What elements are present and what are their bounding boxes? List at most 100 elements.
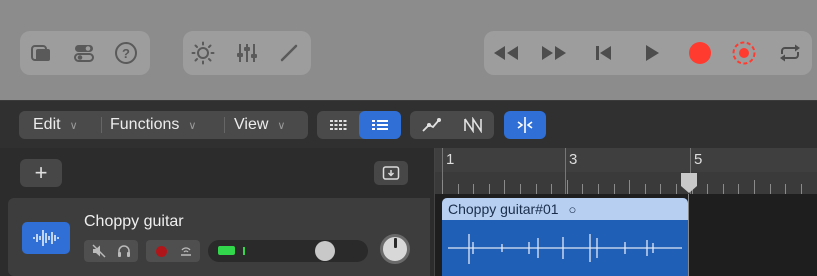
region-title: Choppy guitar#01 bbox=[448, 201, 559, 217]
record-dot-icon bbox=[155, 245, 167, 257]
list-icon bbox=[372, 120, 388, 130]
fast-forward-icon bbox=[542, 46, 566, 60]
playhead-icon bbox=[681, 173, 697, 193]
snap-button-inner bbox=[504, 111, 546, 139]
region-waveform bbox=[448, 234, 682, 264]
volume-knob-handle[interactable] bbox=[315, 241, 335, 261]
download-region-button[interactable] bbox=[374, 161, 408, 185]
playhead[interactable] bbox=[679, 172, 699, 194]
ruler-tick bbox=[613, 184, 615, 194]
edit-menu[interactable]: Edit ∨ bbox=[33, 111, 78, 139]
list-view-button[interactable] bbox=[359, 111, 401, 139]
flex-button[interactable] bbox=[452, 111, 494, 139]
ruler-tick bbox=[676, 184, 677, 194]
help-icon: ? bbox=[115, 42, 137, 64]
volume-slider[interactable] bbox=[208, 240, 368, 262]
ruler-ticks bbox=[435, 180, 817, 194]
solo-headphones-button[interactable] bbox=[112, 240, 136, 262]
tracks-area[interactable]: 1 3 5 Choppy guitar#01 ○ bbox=[434, 148, 817, 276]
pencil-button[interactable] bbox=[275, 39, 303, 67]
level-meter bbox=[218, 246, 235, 255]
track-name[interactable]: Choppy guitar bbox=[84, 213, 184, 231]
record-input-group bbox=[146, 240, 200, 262]
playhead-line bbox=[688, 194, 689, 276]
record-button[interactable] bbox=[686, 39, 714, 67]
grid-icon bbox=[330, 120, 347, 130]
menu-segment: Edit ∨ Functions ∨ View ∨ bbox=[19, 111, 308, 139]
chevron-down-icon: ∨ bbox=[69, 119, 78, 132]
bar-number: 5 bbox=[694, 151, 703, 168]
menu-divider bbox=[224, 117, 225, 133]
ruler-tick bbox=[520, 184, 521, 194]
capture-record-button[interactable] bbox=[730, 39, 758, 67]
go-to-start-icon bbox=[596, 46, 611, 60]
functions-menu[interactable]: Functions ∨ bbox=[110, 111, 196, 139]
ruler-tick bbox=[644, 184, 646, 194]
display-mode-segment bbox=[317, 111, 401, 139]
transport-group bbox=[484, 31, 812, 75]
input-monitor-icon bbox=[181, 247, 191, 256]
waveform-icon bbox=[33, 230, 59, 246]
mute-button[interactable] bbox=[87, 240, 111, 262]
view-menu[interactable]: View ∨ bbox=[234, 111, 285, 139]
input-monitor-button[interactable] bbox=[174, 240, 198, 262]
automation-button[interactable] bbox=[410, 111, 452, 139]
smart-controls-button[interactable] bbox=[70, 39, 98, 67]
view-buttons-group: ? bbox=[20, 31, 150, 75]
mute-headphones-group bbox=[84, 240, 138, 262]
ruler-tick bbox=[473, 184, 475, 194]
ruler-tick bbox=[754, 180, 755, 194]
grid-view-button[interactable] bbox=[317, 111, 359, 139]
rewind-button[interactable] bbox=[492, 39, 520, 67]
pan-knob-indicator bbox=[394, 238, 397, 248]
ruler-tick bbox=[722, 184, 724, 194]
track-icon bbox=[22, 222, 70, 254]
ruler-tick bbox=[504, 180, 506, 194]
loop-icon: ○ bbox=[568, 201, 577, 217]
audio-region[interactable]: Choppy guitar#01 ○ bbox=[442, 198, 688, 276]
chevron-down-icon: ∨ bbox=[277, 119, 286, 132]
brightness-icon bbox=[191, 41, 215, 65]
ruler-tick bbox=[738, 184, 740, 194]
menu-divider bbox=[101, 117, 102, 133]
automation-icon bbox=[422, 118, 441, 132]
edit-tools-group bbox=[183, 31, 311, 75]
flex-icon bbox=[464, 117, 482, 133]
headphones-icon bbox=[118, 245, 130, 257]
play-button[interactable] bbox=[638, 39, 666, 67]
cycle-icon bbox=[780, 44, 800, 62]
brightness-button[interactable] bbox=[189, 39, 217, 67]
automation-segment bbox=[410, 111, 494, 139]
record-enable-button[interactable] bbox=[149, 240, 173, 262]
mixer-button[interactable] bbox=[233, 39, 261, 67]
snap-icon bbox=[517, 117, 533, 133]
track-list: + Choppy guitar bbox=[0, 148, 434, 276]
ruler-tick bbox=[800, 184, 802, 194]
snap-button[interactable] bbox=[504, 111, 546, 139]
speaker-muted-icon bbox=[92, 244, 106, 258]
go-to-start-button[interactable] bbox=[590, 39, 618, 67]
help-button[interactable]: ? bbox=[112, 39, 140, 67]
ruler[interactable]: 1 3 5 bbox=[435, 148, 817, 194]
ruler-tick bbox=[551, 184, 553, 194]
capture-record-icon bbox=[732, 41, 756, 65]
control-bar: ? bbox=[0, 0, 817, 100]
bar-number: 3 bbox=[569, 151, 578, 168]
tracks-menu-bar: Edit ∨ Functions ∨ View ∨ bbox=[0, 100, 817, 148]
bar-number: 1 bbox=[446, 151, 455, 168]
add-track-button[interactable]: + bbox=[20, 159, 62, 187]
ruler-tick bbox=[566, 180, 568, 194]
mixer-icon bbox=[237, 44, 257, 62]
ruler-tick bbox=[785, 184, 787, 194]
pan-knob[interactable] bbox=[380, 234, 410, 264]
play-icon bbox=[646, 45, 659, 61]
region-header[interactable]: Choppy guitar#01 ○ bbox=[442, 198, 688, 220]
ruler-tick bbox=[629, 180, 631, 194]
level-meter-tick bbox=[243, 247, 245, 255]
library-button[interactable] bbox=[28, 39, 56, 67]
fast-forward-button[interactable] bbox=[540, 39, 568, 67]
ruler-tick bbox=[442, 180, 443, 194]
cycle-button[interactable] bbox=[776, 39, 804, 67]
library-icon bbox=[31, 45, 50, 61]
track-header[interactable]: Choppy guitar bbox=[8, 198, 430, 276]
